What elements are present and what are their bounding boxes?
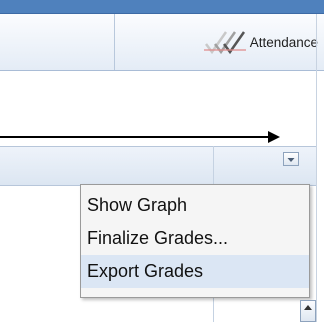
menu-item-export-grades[interactable]: Export Grades [81,255,309,288]
window-top-strip [0,0,324,14]
menu-item-finalize-grades[interactable]: Finalize Grades... [81,222,309,255]
scroll-up-button[interactable] [300,300,316,322]
checkmarks-icon [203,31,246,55]
menu-item-label: Finalize Grades... [87,228,229,248]
column-menu-button[interactable] [283,152,299,166]
chevron-up-icon [304,305,312,310]
attendance-label: Attendance [249,34,318,50]
chevron-down-icon [287,158,295,162]
toolbar: Attendance [0,14,324,71]
column-context-menu: Show Graph Finalize Grades... Export Gra… [80,184,310,298]
panel-divider [316,14,317,322]
toolbar-divider [114,14,115,70]
annotation-arrow-head [268,131,280,143]
grid-header-row [0,146,316,186]
menu-item-label: Export Grades [87,261,204,281]
menu-item-show-graph[interactable]: Show Graph [81,189,309,222]
annotation-arrow-line [0,136,270,138]
menu-item-label: Show Graph [87,195,188,215]
attendance-button[interactable]: Attendance [124,22,322,62]
